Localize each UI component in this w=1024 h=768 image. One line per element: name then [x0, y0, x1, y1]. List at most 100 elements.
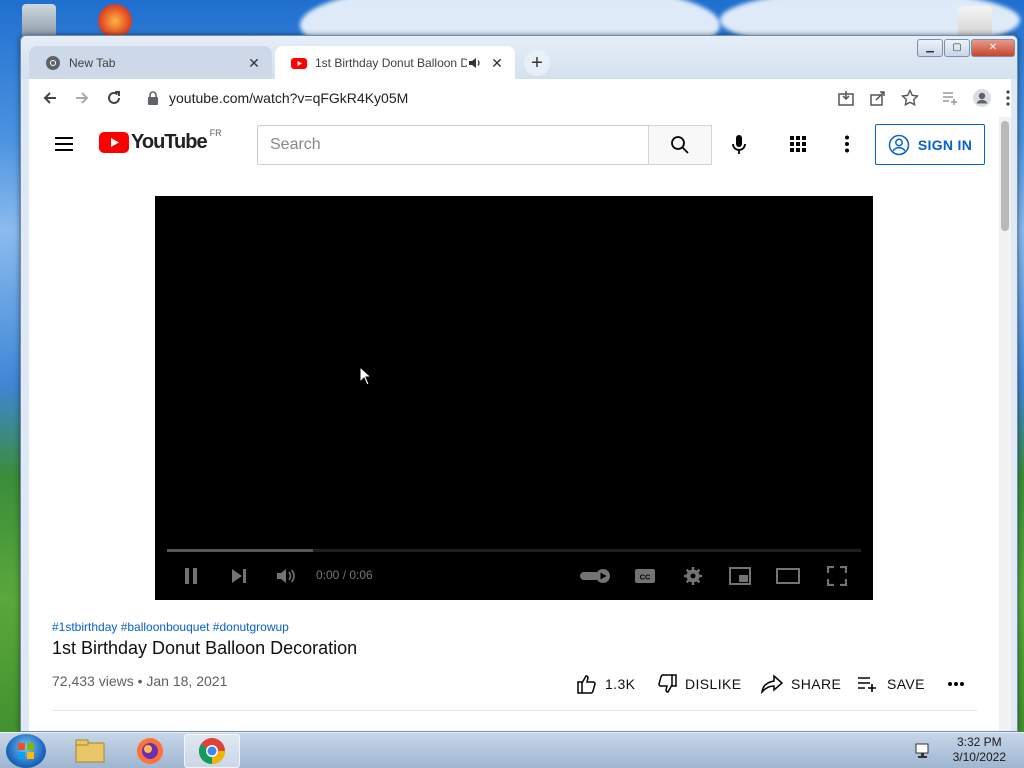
close-tab-icon[interactable]: ✕: [489, 55, 505, 71]
youtube-icon: [291, 57, 307, 69]
region-code: FR: [209, 127, 222, 138]
search-input[interactable]: Search: [257, 125, 649, 165]
address-url[interactable]: youtube.com/watch?v=qFGkR4Ky05M: [169, 90, 408, 106]
more-horizontal-icon: [948, 682, 964, 686]
volume-icon: [277, 569, 295, 583]
scrollbar-thumb[interactable]: [1001, 121, 1009, 231]
close-tab-icon[interactable]: ✕: [246, 55, 262, 71]
share-arrow-icon: [761, 674, 783, 694]
clock-time: 3:32 PM: [956, 735, 1002, 749]
chrome-icon: [198, 738, 226, 765]
playlist-add-icon: [858, 677, 876, 692]
fullscreen-button[interactable]: [825, 564, 849, 588]
firefox-icon: [137, 738, 163, 764]
youtube-play-logo-icon: [99, 132, 129, 153]
tab-title: 1st Birthday Donut Balloon D: [315, 55, 467, 70]
account-icon: [888, 134, 910, 155]
back-arrow-icon[interactable]: [39, 87, 61, 109]
address-bar[interactable]: youtube.com/watch?v=qFGkR4Ky05M: [135, 83, 799, 113]
close-window-button[interactable]: ✕: [971, 39, 1015, 57]
recycle-bin-icon[interactable]: [22, 4, 56, 38]
reload-icon[interactable]: [103, 87, 125, 109]
bookmark-star-icon[interactable]: [899, 87, 921, 109]
folder-icon: [75, 739, 105, 763]
youtube-logo[interactable]: YouTube FR: [99, 127, 222, 154]
miniplayer-icon: [729, 567, 751, 585]
dislike-button[interactable]: DISLIKE: [657, 670, 742, 698]
system-clock[interactable]: 3:32 PM 3/10/2022: [953, 735, 1006, 765]
firefox-desktop-icon[interactable]: [98, 4, 132, 38]
share-label: SHARE: [791, 676, 842, 692]
more-actions-button[interactable]: [947, 670, 965, 698]
lock-icon: [148, 91, 158, 105]
thumbs-up-icon: [577, 675, 596, 694]
sign-in-label: SIGN IN: [917, 136, 973, 153]
tab-youtube[interactable]: 1st Birthday Donut Balloon D ✕: [275, 46, 515, 79]
tab-new-tab[interactable]: New Tab ✕: [29, 46, 272, 79]
pause-icon: [185, 568, 197, 584]
section-divider: [52, 710, 977, 711]
sign-in-button[interactable]: SIGN IN: [875, 124, 985, 165]
browser-toolbar: youtube.com/watch?v=qFGkR4Ky05M: [29, 79, 1011, 117]
time-display: 0:00 / 0:06: [316, 568, 373, 582]
autoplay-toggle[interactable]: [579, 564, 613, 588]
miniplayer-button[interactable]: [728, 564, 752, 588]
chrome-icon: [46, 55, 60, 70]
youtube-page: YouTube FR Search SIGN IN 0:00 / 0:06 CC…: [29, 117, 1011, 731]
next-button[interactable]: [227, 564, 251, 588]
settings-button[interactable]: [681, 564, 705, 588]
subtitles-button[interactable]: CC: [633, 564, 657, 588]
microphone-icon[interactable]: [729, 134, 749, 161]
theater-mode-icon: [776, 568, 800, 584]
clock-date: 3/10/2022: [952, 750, 1006, 764]
maximize-button[interactable]: ▢: [944, 39, 970, 57]
like-button[interactable]: 1.3K: [577, 670, 635, 698]
youtube-header: YouTube FR Search SIGN IN: [29, 117, 999, 173]
video-title: 1st Birthday Donut Balloon Decoration: [52, 638, 358, 658]
search-button[interactable]: [648, 125, 712, 165]
taskbar-file-explorer[interactable]: [62, 734, 118, 768]
thumbs-down-icon: [658, 674, 677, 693]
skip-next-icon: [232, 569, 246, 583]
apps-grid-icon[interactable]: [789, 135, 807, 158]
browser-titlebar: New Tab ✕ 1st Birthday Donut Balloon D ✕…: [21, 36, 1017, 79]
theater-mode-button[interactable]: [776, 564, 800, 588]
save-button[interactable]: SAVE: [857, 670, 925, 698]
windows-logo-icon: [18, 743, 34, 759]
minimize-button[interactable]: ▁: [917, 39, 943, 57]
hamburger-menu-icon[interactable]: [53, 133, 75, 160]
settings-menu-icon[interactable]: [844, 135, 850, 158]
profile-avatar-icon[interactable]: [971, 87, 993, 109]
windows-taskbar: 3:32 PM 3/10/2022: [0, 732, 1024, 768]
taskbar-firefox[interactable]: [122, 734, 178, 768]
chrome-menu-icon[interactable]: [1003, 87, 1013, 109]
mouse-cursor-icon: [359, 366, 373, 386]
browser-window: New Tab ✕ 1st Birthday Donut Balloon D ✕…: [20, 35, 1018, 732]
svg-text:CC: CC: [640, 573, 651, 582]
view-count-date: 72,433 views • Jan 18, 2021: [52, 673, 228, 689]
share-page-icon[interactable]: [867, 87, 889, 109]
dislike-label: DISLIKE: [685, 676, 742, 692]
share-button[interactable]: SHARE: [761, 670, 841, 698]
progress-bar[interactable]: [167, 549, 861, 552]
speaker-icon[interactable]: [467, 55, 483, 71]
closed-captions-icon: CC: [635, 569, 655, 583]
youtube-wordmark: YouTube: [131, 131, 208, 153]
gear-icon: [684, 567, 702, 585]
video-hashtags[interactable]: #1stbirthday #balloonbouquet #donutgrowu…: [52, 620, 289, 634]
start-button[interactable]: [6, 734, 46, 768]
network-icon[interactable]: [914, 741, 934, 761]
volume-button[interactable]: [274, 564, 298, 588]
like-count: 1.3K: [605, 676, 636, 692]
new-tab-button[interactable]: +: [524, 50, 550, 76]
install-app-icon[interactable]: [835, 87, 857, 109]
reading-list-icon[interactable]: [939, 87, 961, 109]
forward-arrow-icon[interactable]: [71, 87, 93, 109]
tab-title: New Tab: [69, 55, 116, 70]
fullscreen-icon: [827, 566, 847, 586]
pause-button[interactable]: [179, 564, 203, 588]
video-player[interactable]: 0:00 / 0:06 CC: [155, 196, 873, 600]
search-icon: [671, 136, 689, 154]
taskbar-chrome[interactable]: [184, 734, 240, 768]
page-scrollbar[interactable]: [999, 117, 1011, 731]
